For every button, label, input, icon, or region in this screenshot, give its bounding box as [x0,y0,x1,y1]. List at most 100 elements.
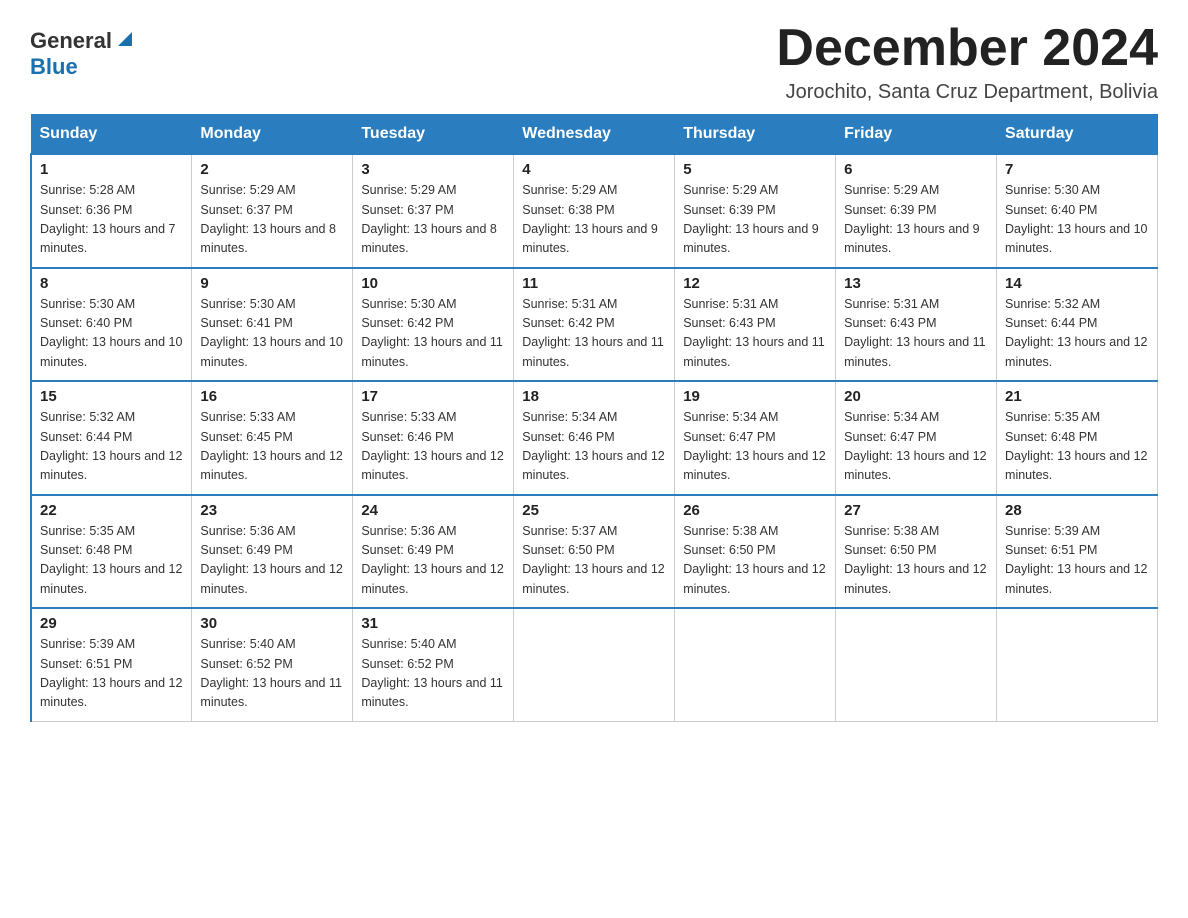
month-title: December 2024 [776,20,1158,77]
table-row: 2Sunrise: 5:29 AMSunset: 6:37 PMDaylight… [192,154,353,268]
day-number: 26 [683,502,827,519]
week-row-1: 1 Sunrise: 5:28 AMSunset: 6:36 PMDaylight… [31,154,1158,268]
day-number: 6 [844,161,988,178]
table-row: 23 Sunrise: 5:36 AMSunset: 6:49 PMDayligh… [192,495,353,609]
day-number: 31 [361,615,505,632]
table-row: 28 Sunrise: 5:39 AMSunset: 6:51 PMDayligh… [997,495,1158,609]
table-row: 5 Sunrise: 5:29 AMSunset: 6:39 PMDaylight… [675,154,836,268]
col-sunday: Sunday [31,115,192,155]
table-row: 8 Sunrise: 5:30 AMSunset: 6:40 PMDaylight… [31,268,192,382]
table-row: 4 Sunrise: 5:29 AMSunset: 6:38 PMDaylight… [514,154,675,268]
col-saturday: Saturday [997,115,1158,155]
day-number: 13 [844,275,988,292]
day-info: Sunrise: 5:29 AMSunset: 6:37 PMDaylight:… [361,183,497,255]
page-header: General Blue December 2024 Jorochito, Sa… [30,20,1158,104]
day-info: Sunrise: 5:30 AMSunset: 6:41 PMDaylight:… [200,297,342,369]
day-number: 21 [1005,388,1149,405]
col-wednesday: Wednesday [514,115,675,155]
table-row [997,608,1158,721]
table-row: 3 Sunrise: 5:29 AMSunset: 6:37 PMDaylight… [353,154,514,268]
header-row: Sunday Monday Tuesday Wednesday Thursday… [31,115,1158,155]
table-row: 22 Sunrise: 5:35 AMSunset: 6:48 PMDayligh… [31,495,192,609]
day-number: 4 [522,161,666,178]
day-number: 10 [361,275,505,292]
day-info: Sunrise: 5:29 AMSunset: 6:39 PMDaylight:… [683,183,819,255]
col-friday: Friday [836,115,997,155]
day-info: Sunrise: 5:29 AMSunset: 6:38 PMDaylight:… [522,183,658,255]
day-number: 14 [1005,275,1149,292]
table-row: 1 Sunrise: 5:28 AMSunset: 6:36 PMDaylight… [31,154,192,268]
day-number: 20 [844,388,988,405]
logo: General Blue [30,28,136,80]
week-row-4: 22 Sunrise: 5:35 AMSunset: 6:48 PMDayligh… [31,495,1158,609]
day-info: Sunrise: 5:35 AMSunset: 6:48 PMDaylight:… [1005,410,1147,482]
table-row: 13 Sunrise: 5:31 AMSunset: 6:43 PMDayligh… [836,268,997,382]
logo-triangle-icon [114,28,136,50]
location-subtitle: Jorochito, Santa Cruz Department, Bolivi… [776,81,1158,104]
day-info: Sunrise: 5:31 AMSunset: 6:43 PMDaylight:… [844,297,986,369]
table-row: 10 Sunrise: 5:30 AMSunset: 6:42 PMDayligh… [353,268,514,382]
table-row: 26Sunrise: 5:38 AMSunset: 6:50 PMDayligh… [675,495,836,609]
day-info: Sunrise: 5:35 AMSunset: 6:48 PMDaylight:… [40,524,182,596]
day-info: Sunrise: 5:33 AMSunset: 6:46 PMDaylight:… [361,410,503,482]
table-row: 6Sunrise: 5:29 AMSunset: 6:39 PMDaylight… [836,154,997,268]
day-number: 5 [683,161,827,178]
logo-general-text: General [30,28,112,54]
table-row: 12 Sunrise: 5:31 AMSunset: 6:43 PMDayligh… [675,268,836,382]
table-row: 18Sunrise: 5:34 AMSunset: 6:46 PMDayligh… [514,381,675,495]
day-info: Sunrise: 5:31 AMSunset: 6:43 PMDaylight:… [683,297,825,369]
day-info: Sunrise: 5:32 AMSunset: 6:44 PMDaylight:… [40,410,182,482]
table-row: 9Sunrise: 5:30 AMSunset: 6:41 PMDaylight… [192,268,353,382]
table-row [514,608,675,721]
day-info: Sunrise: 5:29 AMSunset: 6:37 PMDaylight:… [200,183,336,255]
table-row: 7 Sunrise: 5:30 AMSunset: 6:40 PMDaylight… [997,154,1158,268]
day-info: Sunrise: 5:28 AMSunset: 6:36 PMDaylight:… [40,183,176,255]
day-number: 15 [40,388,183,405]
day-info: Sunrise: 5:31 AMSunset: 6:42 PMDaylight:… [522,297,664,369]
table-row [836,608,997,721]
day-number: 29 [40,615,183,632]
table-row [675,608,836,721]
day-info: Sunrise: 5:30 AMSunset: 6:42 PMDaylight:… [361,297,503,369]
day-number: 17 [361,388,505,405]
day-number: 28 [1005,502,1149,519]
day-number: 3 [361,161,505,178]
day-number: 16 [200,388,344,405]
table-row: 21 Sunrise: 5:35 AMSunset: 6:48 PMDayligh… [997,381,1158,495]
day-info: Sunrise: 5:33 AMSunset: 6:45 PMDaylight:… [200,410,342,482]
table-row: 11 Sunrise: 5:31 AMSunset: 6:42 PMDayligh… [514,268,675,382]
col-thursday: Thursday [675,115,836,155]
day-number: 24 [361,502,505,519]
table-row: 15 Sunrise: 5:32 AMSunset: 6:44 PMDayligh… [31,381,192,495]
day-info: Sunrise: 5:34 AMSunset: 6:47 PMDaylight:… [683,410,825,482]
week-row-5: 29Sunrise: 5:39 AMSunset: 6:51 PMDayligh… [31,608,1158,721]
table-row: 30Sunrise: 5:40 AMSunset: 6:52 PMDayligh… [192,608,353,721]
calendar-table: Sunday Monday Tuesday Wednesday Thursday… [30,114,1158,722]
day-number: 22 [40,502,183,519]
table-row: 29Sunrise: 5:39 AMSunset: 6:51 PMDayligh… [31,608,192,721]
day-number: 12 [683,275,827,292]
day-number: 1 [40,161,183,178]
day-number: 23 [200,502,344,519]
day-info: Sunrise: 5:36 AMSunset: 6:49 PMDaylight:… [361,524,503,596]
week-row-2: 8 Sunrise: 5:30 AMSunset: 6:40 PMDaylight… [31,268,1158,382]
day-number: 11 [522,275,666,292]
day-info: Sunrise: 5:40 AMSunset: 6:52 PMDaylight:… [200,637,342,709]
day-info: Sunrise: 5:34 AMSunset: 6:47 PMDaylight:… [844,410,986,482]
col-tuesday: Tuesday [353,115,514,155]
day-info: Sunrise: 5:30 AMSunset: 6:40 PMDaylight:… [40,297,182,369]
day-number: 7 [1005,161,1149,178]
table-row: 19Sunrise: 5:34 AMSunset: 6:47 PMDayligh… [675,381,836,495]
table-row: 17 Sunrise: 5:33 AMSunset: 6:46 PMDayligh… [353,381,514,495]
day-info: Sunrise: 5:30 AMSunset: 6:40 PMDaylight:… [1005,183,1147,255]
title-block: December 2024 Jorochito, Santa Cruz Depa… [776,20,1158,104]
day-info: Sunrise: 5:40 AMSunset: 6:52 PMDaylight:… [361,637,503,709]
table-row: 27Sunrise: 5:38 AMSunset: 6:50 PMDayligh… [836,495,997,609]
day-number: 25 [522,502,666,519]
day-info: Sunrise: 5:38 AMSunset: 6:50 PMDaylight:… [844,524,986,596]
table-row: 14Sunrise: 5:32 AMSunset: 6:44 PMDayligh… [997,268,1158,382]
day-info: Sunrise: 5:39 AMSunset: 6:51 PMDaylight:… [1005,524,1147,596]
day-info: Sunrise: 5:36 AMSunset: 6:49 PMDaylight:… [200,524,342,596]
day-number: 8 [40,275,183,292]
day-info: Sunrise: 5:34 AMSunset: 6:46 PMDaylight:… [522,410,664,482]
